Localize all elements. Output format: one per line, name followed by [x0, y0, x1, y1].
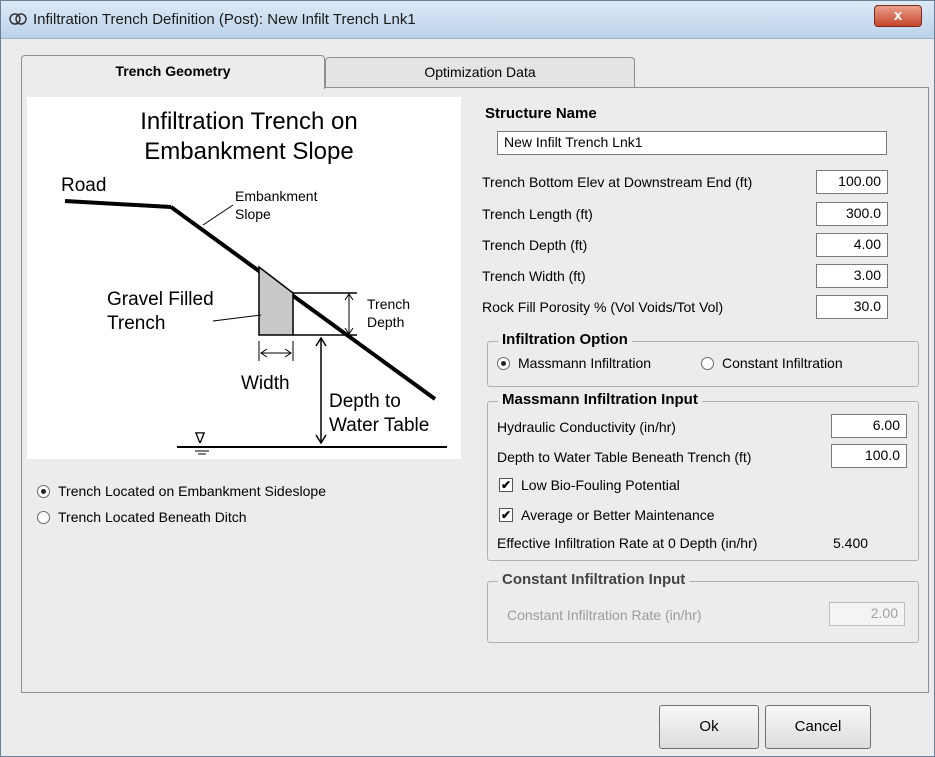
radio-icon[interactable] — [497, 356, 510, 370]
embankment-leader — [202, 204, 234, 226]
title-bar[interactable]: Infiltration Trench Definition (Post): N… — [1, 1, 934, 39]
maintenance-label: Average or Better Maintenance — [521, 507, 715, 523]
water-table-icon: ∇ — [194, 429, 206, 447]
trench-depth-label-line1: Trench — [367, 296, 410, 312]
gravel-trench-shape — [258, 265, 294, 336]
trench-width-label: Trench Width (ft) — [482, 268, 586, 284]
diagram-title-line1: Infiltration Trench on — [140, 108, 357, 135]
dialog-window: Infiltration Trench Definition (Post): N… — [0, 0, 935, 757]
tab-optimization-data[interactable]: Optimization Data — [325, 57, 635, 87]
trench-diagram: Infiltration Trench on Embankment Slope … — [27, 97, 461, 459]
diagram-svg: Infiltration Trench on Embankment Slope … — [61, 108, 447, 455]
gravel-label-line1: Gravel Filled — [107, 289, 214, 310]
gravel-label-line2: Trench — [107, 313, 165, 334]
radio-icon[interactable] — [701, 356, 714, 370]
radio-icon[interactable] — [37, 484, 50, 498]
porosity-input[interactable]: 30.0 — [816, 295, 888, 319]
close-button[interactable]: x — [874, 5, 922, 27]
trench-depth-label-line2: Depth — [367, 314, 404, 330]
ok-button[interactable]: Ok — [659, 705, 759, 749]
maintenance-checkbox-row[interactable]: ✔ Average or Better Maintenance — [499, 507, 715, 523]
effective-rate-value: 5.400 — [833, 535, 869, 551]
infiltration-option-title: Infiltration Option — [498, 331, 632, 348]
biofouling-checkbox[interactable]: ✔ — [499, 478, 513, 492]
location-option-label: Trench Located Beneath Ditch — [58, 509, 247, 525]
water-depth-input[interactable]: 100.0 — [831, 444, 907, 468]
water-depth-label: Depth to Water Table Beneath Trench (ft) — [497, 449, 752, 465]
massmann-title: Massmann Infiltration Input — [498, 391, 702, 408]
location-option-sideslope[interactable]: Trench Located on Embankment Sideslope — [37, 483, 326, 499]
width-label: Width — [241, 373, 290, 394]
road-label: Road — [61, 175, 106, 196]
option-constant[interactable]: Constant Infiltration — [701, 355, 843, 371]
tab-strip: Trench Geometry Optimization Data — [21, 55, 641, 89]
option-massmann-label: Massmann Infiltration — [518, 355, 652, 371]
trench-depth-input[interactable]: 4.00 — [816, 233, 888, 257]
biofouling-label: Low Bio-Fouling Potential — [521, 477, 680, 493]
option-massmann[interactable]: Massmann Infiltration — [497, 355, 651, 371]
effective-rate-label: Effective Infiltration Rate at 0 Depth (… — [497, 535, 758, 551]
water-label-line1: Depth to — [329, 391, 401, 412]
embankment-label-line2: Slope — [235, 206, 271, 222]
location-option-label: Trench Located on Embankment Sideslope — [58, 483, 326, 499]
constant-rate-label: Constant Infiltration Rate (in/hr) — [507, 607, 702, 623]
constant-rate-input[interactable]: 2.00 — [829, 602, 905, 626]
structure-name-input[interactable]: New Infilt Trench Lnk1 — [497, 131, 887, 155]
porosity-label: Rock Fill Porosity % (Vol Voids/Tot Vol) — [482, 299, 724, 315]
option-constant-label: Constant Infiltration — [722, 355, 843, 371]
trench-depth-label: Trench Depth (ft) — [482, 237, 588, 253]
app-icon — [9, 13, 27, 25]
trench-length-input[interactable]: 300.0 — [816, 202, 888, 226]
bottom-elev-input[interactable]: 100.00 — [816, 170, 888, 194]
water-label-line2: Water Table — [329, 415, 429, 436]
road-line — [64, 199, 172, 209]
trench-width-input[interactable]: 3.00 — [816, 264, 888, 288]
diagram-title-line2: Embankment Slope — [144, 138, 353, 165]
location-option-ditch[interactable]: Trench Located Beneath Ditch — [37, 509, 247, 525]
gravel-leader — [212, 314, 262, 322]
radio-icon[interactable] — [37, 510, 50, 524]
cancel-button[interactable]: Cancel — [765, 705, 871, 749]
hydraulic-label: Hydraulic Conductivity (in/hr) — [497, 419, 676, 435]
constant-title: Constant Infiltration Input — [498, 571, 690, 588]
hydraulic-input[interactable]: 6.00 — [831, 414, 907, 438]
biofouling-checkbox-row[interactable]: ✔ Low Bio-Fouling Potential — [499, 477, 680, 493]
embankment-label-line1: Embankment — [235, 188, 318, 204]
structure-name-label: Structure Name — [485, 105, 597, 122]
trench-length-label: Trench Length (ft) — [482, 206, 593, 222]
maintenance-checkbox[interactable]: ✔ — [499, 508, 513, 522]
window-title: Infiltration Trench Definition (Post): N… — [33, 11, 416, 28]
bottom-elev-label: Trench Bottom Elev at Downstream End (ft… — [482, 174, 753, 190]
tab-trench-geometry[interactable]: Trench Geometry — [21, 55, 325, 89]
